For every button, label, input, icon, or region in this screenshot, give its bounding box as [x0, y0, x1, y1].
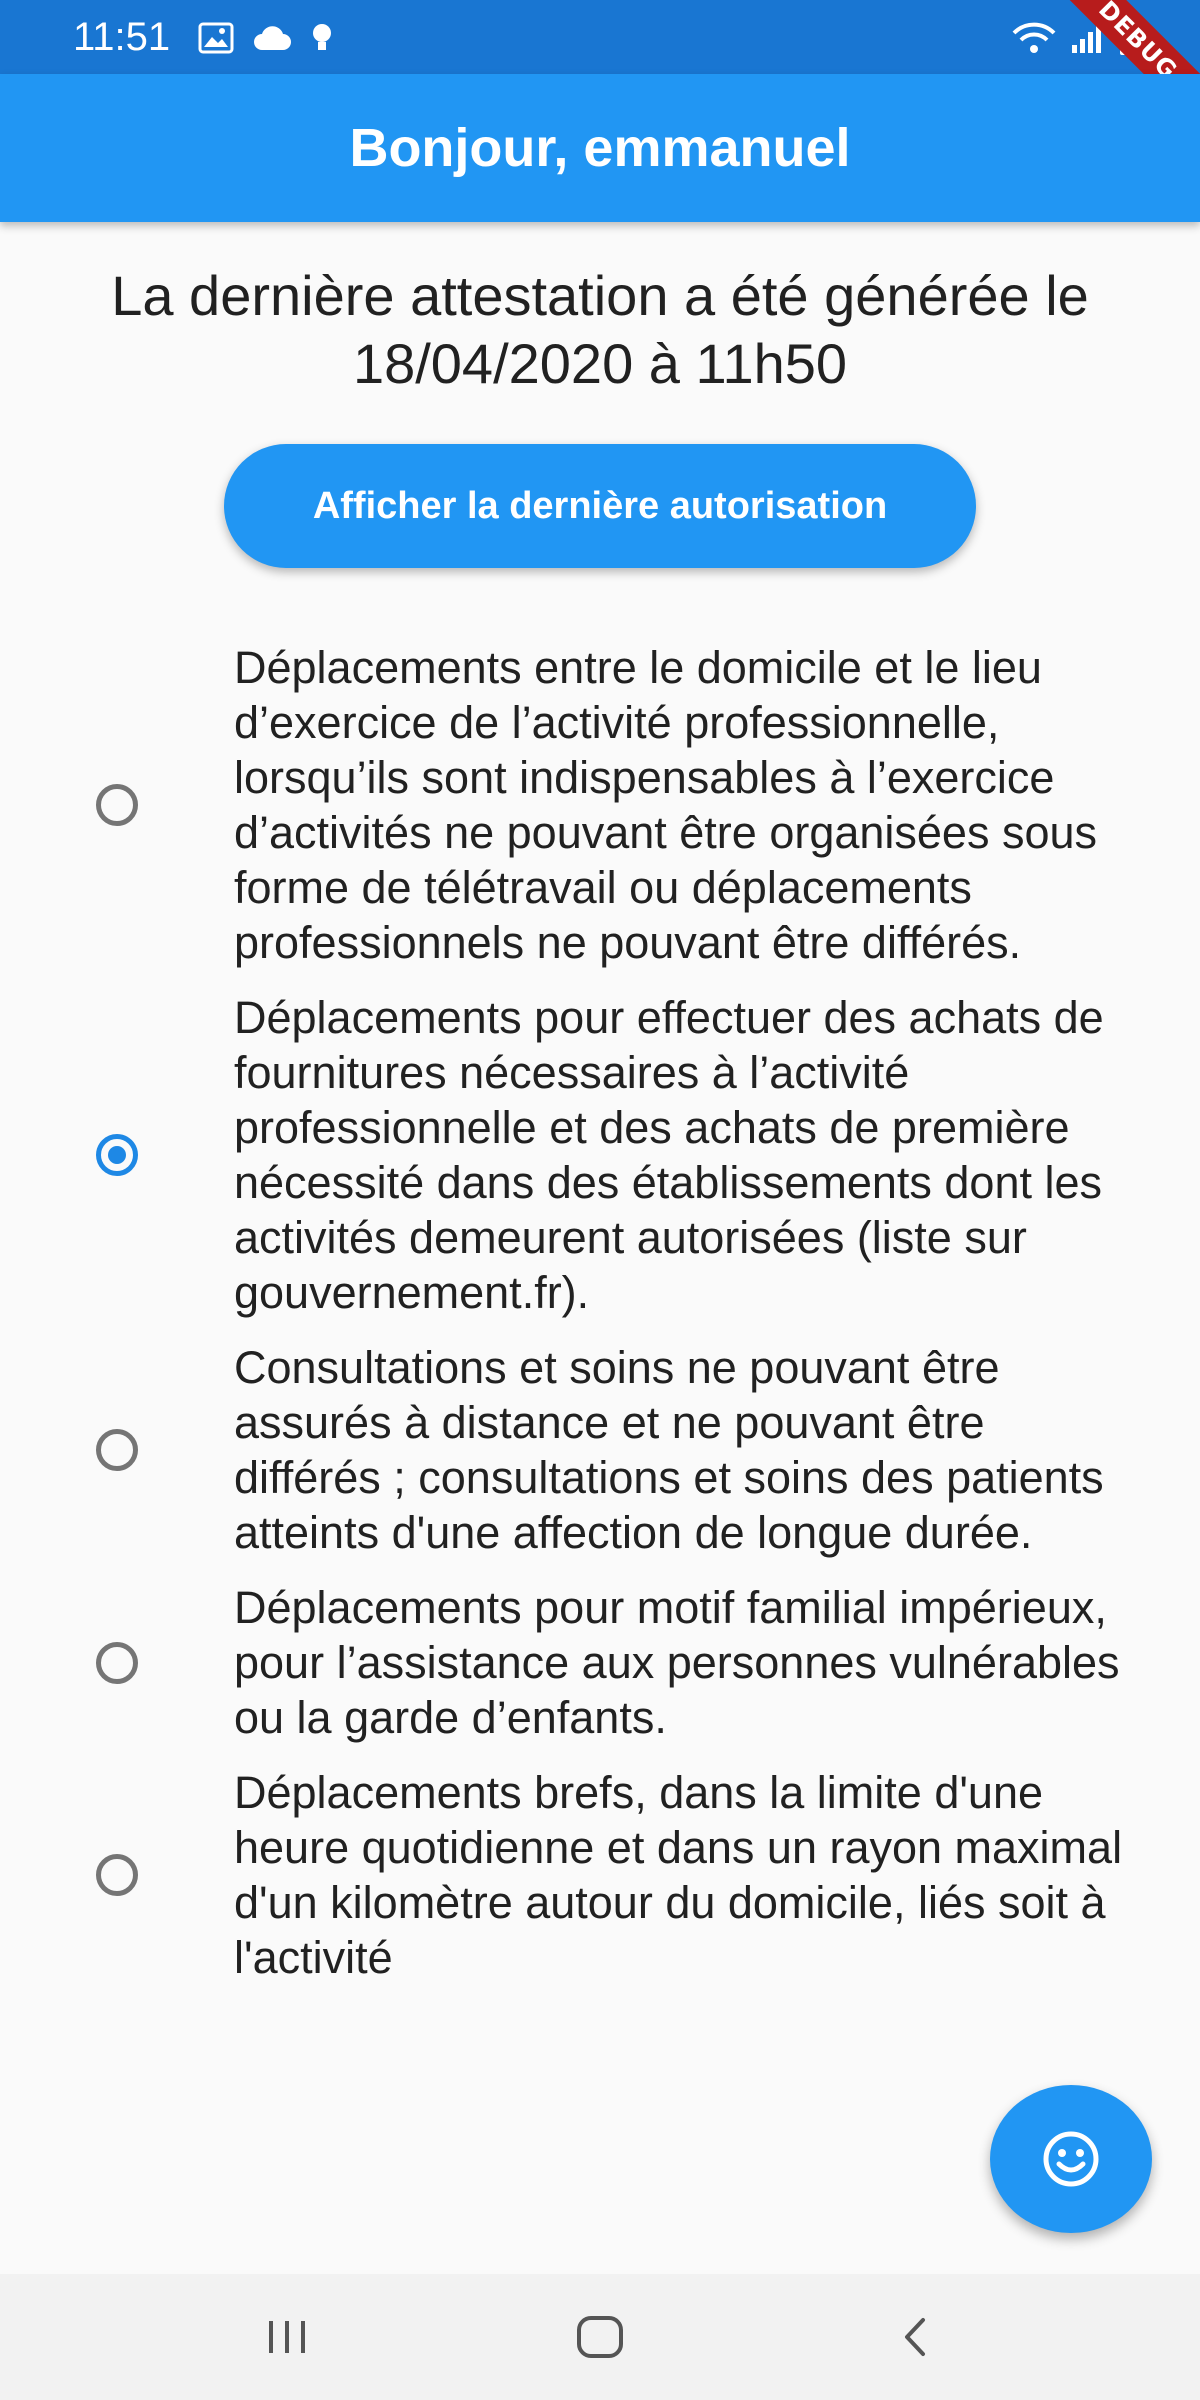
reason-option-label: Consultations et soins ne pouvant être a… — [234, 1342, 1104, 1558]
smiley-icon — [1043, 2131, 1099, 2187]
radio-wrapper — [0, 1134, 234, 1176]
radio-button[interactable] — [96, 1854, 138, 1896]
system-nav-bar — [0, 2274, 1200, 2400]
reason-option-label: Déplacements brefs, dans la limite d'une… — [234, 1767, 1123, 1983]
reason-option[interactable]: Consultations et soins ne pouvant être a… — [0, 1340, 1200, 1560]
reason-option[interactable]: Déplacements pour motif familial impérie… — [0, 1580, 1200, 1745]
radio-wrapper — [0, 1641, 234, 1684]
app-bar-title: Bonjour, emmanuel — [349, 118, 851, 178]
reason-option-label: Déplacements pour effectuer des achats d… — [234, 992, 1104, 1318]
app-bar: Bonjour, emmanuel — [0, 74, 1200, 222]
radio-wrapper — [0, 784, 234, 826]
reason-option-label: Déplacements pour motif familial impérie… — [234, 1582, 1120, 1743]
home-button[interactable] — [560, 2302, 640, 2372]
radio-button-selected[interactable] — [96, 1134, 138, 1176]
radio-button[interactable] — [96, 1641, 138, 1684]
reason-option[interactable]: Déplacements entre le domicile et le lie… — [0, 640, 1200, 970]
status-time: 11:51 — [73, 15, 171, 59]
last-attestation-text: La dernière attestation a été générée le… — [111, 264, 1089, 395]
reason-option-label: Déplacements entre le domicile et le lie… — [234, 642, 1098, 968]
radio-wrapper — [0, 1854, 234, 1896]
radio-button[interactable] — [96, 784, 138, 826]
wifi-icon — [1012, 22, 1056, 53]
recent-apps-icon — [269, 2321, 305, 2353]
fab-button[interactable] — [990, 2085, 1152, 2233]
back-button[interactable] — [875, 2302, 955, 2372]
cloud-icon — [254, 26, 291, 50]
recent-apps-button[interactable] — [247, 2302, 327, 2372]
status-notification-icons — [198, 18, 334, 58]
image-icon — [198, 22, 234, 54]
show-last-authorization-button[interactable]: Afficher la dernière autorisation — [224, 444, 976, 568]
home-icon — [577, 2316, 623, 2358]
reason-options-list: Déplacements entre le domicile et le lie… — [0, 640, 1200, 2005]
reason-option[interactable]: Déplacements pour effectuer des achats d… — [0, 990, 1200, 1320]
reason-option[interactable]: Déplacements brefs, dans la limite d'une… — [0, 1765, 1200, 1985]
status-bar: 11:51 DEBUG — [0, 0, 1200, 139]
back-icon — [905, 2318, 925, 2356]
radio-wrapper — [0, 1429, 234, 1471]
bulb-icon — [313, 24, 331, 50]
radio-button[interactable] — [96, 1429, 138, 1471]
